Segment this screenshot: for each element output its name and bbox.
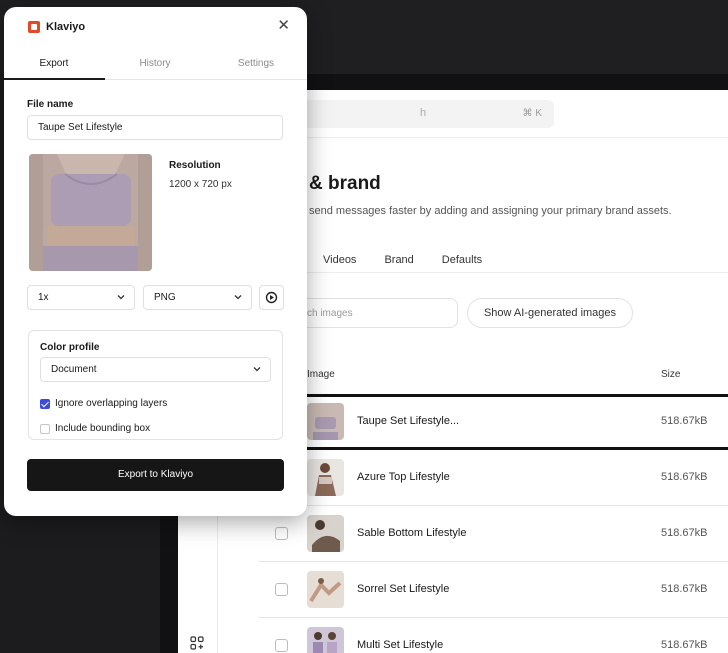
table-row[interactable]: Sorrel Set Lifestyle 518.67kB (258, 562, 728, 618)
table-row[interactable]: Azure Top Lifestyle 518.67kB (258, 450, 728, 506)
color-profile-value: Document (51, 364, 97, 375)
row-name: Taupe Set Lifestyle... (357, 415, 460, 427)
chevron-down-icon (117, 295, 125, 300)
tab-history[interactable]: History (105, 58, 205, 69)
row-checkbox[interactable] (275, 583, 288, 596)
file-name-input[interactable]: Taupe Set Lifestyle (27, 115, 283, 140)
thumbnail-image (307, 627, 344, 653)
row-checkbox[interactable] (275, 527, 288, 540)
thumbnail-image (307, 515, 344, 552)
format-value: PNG (154, 292, 176, 303)
table-row[interactable]: Sable Bottom Lifestyle 518.67kB (258, 506, 728, 562)
resolution-label: Resolution (169, 160, 221, 171)
resolution-value: 1200 x 720 px (169, 179, 232, 190)
thumbnail-image (307, 571, 344, 608)
row-size: 518.67kB (661, 527, 708, 539)
search-shortcut: ⌘ K (522, 108, 542, 119)
color-profile-label: Color profile (40, 342, 100, 353)
tab-defaults[interactable]: Defaults (442, 254, 482, 266)
tab-brand[interactable]: Brand (384, 254, 413, 266)
panel-header: Klaviyo ✕ (4, 7, 307, 47)
table-row[interactable]: Multi Set Lifestyle 518.67kB (258, 618, 728, 653)
row-name: Multi Set Lifestyle (357, 639, 444, 651)
color-profile-section: Color profile Document Ignore overlappin… (28, 330, 283, 440)
thumbnail-image (307, 459, 344, 496)
row-name: Sorrel Set Lifestyle (357, 583, 450, 595)
tab-videos[interactable]: Videos (323, 254, 356, 266)
color-profile-select[interactable]: Document (40, 357, 271, 382)
panel-brand-name: Klaviyo (46, 21, 86, 33)
active-tab-indicator (4, 78, 105, 80)
row-checkbox[interactable] (275, 639, 288, 652)
row-size: 518.67kB (661, 639, 708, 651)
include-bounding-box-checkbox[interactable] (40, 424, 50, 434)
play-circle-icon (265, 291, 278, 304)
scale-value: 1x (38, 292, 49, 303)
page-title: & brand (309, 173, 381, 194)
tab-settings[interactable]: Settings (206, 58, 306, 69)
ignore-overlapping-checkbox[interactable] (40, 399, 50, 409)
row-size: 518.67kB (661, 583, 708, 595)
preview-button[interactable] (259, 285, 284, 310)
row-size: 518.67kB (661, 415, 708, 427)
row-size: 518.67kB (661, 471, 708, 483)
chevron-down-icon (234, 295, 242, 300)
global-search-input[interactable]: h ⌘ K (298, 100, 554, 128)
close-icon[interactable]: ✕ (277, 18, 290, 33)
row-name: Sable Bottom Lifestyle (357, 527, 467, 539)
scale-select[interactable]: 1x (27, 285, 135, 310)
image-search-placeholder: ch images (307, 308, 353, 319)
apps-grid-icon[interactable] (190, 636, 204, 650)
file-name-label: File name (27, 99, 74, 110)
column-header-image[interactable]: Image (307, 369, 335, 380)
row-name: Azure Top Lifestyle (357, 471, 450, 483)
show-ai-images-button[interactable]: Show AI-generated images (467, 298, 633, 328)
asset-tabs: Videos Brand Defaults (323, 254, 510, 266)
option-label: Ignore overlapping layers (55, 398, 168, 409)
klaviyo-export-panel: Klaviyo ✕ Export History Settings File n… (4, 7, 307, 516)
column-header-size[interactable]: Size (661, 369, 680, 380)
thumbnail-image (307, 403, 344, 440)
panel-tabs: Export History Settings (4, 52, 307, 80)
global-search-hint: h (420, 107, 427, 119)
export-to-klaviyo-button[interactable]: Export to Klaviyo (27, 459, 284, 491)
export-preview-image (29, 154, 152, 271)
format-select[interactable]: PNG (143, 285, 252, 310)
table-row[interactable]: Taupe Set Lifestyle... 518.67kB (258, 394, 728, 450)
page-description: send messages faster by adding and assig… (309, 205, 672, 217)
option-label: Include bounding box (55, 423, 151, 434)
tab-export[interactable]: Export (4, 58, 104, 69)
chevron-down-icon (253, 367, 261, 372)
klaviyo-logo-icon (28, 21, 40, 33)
